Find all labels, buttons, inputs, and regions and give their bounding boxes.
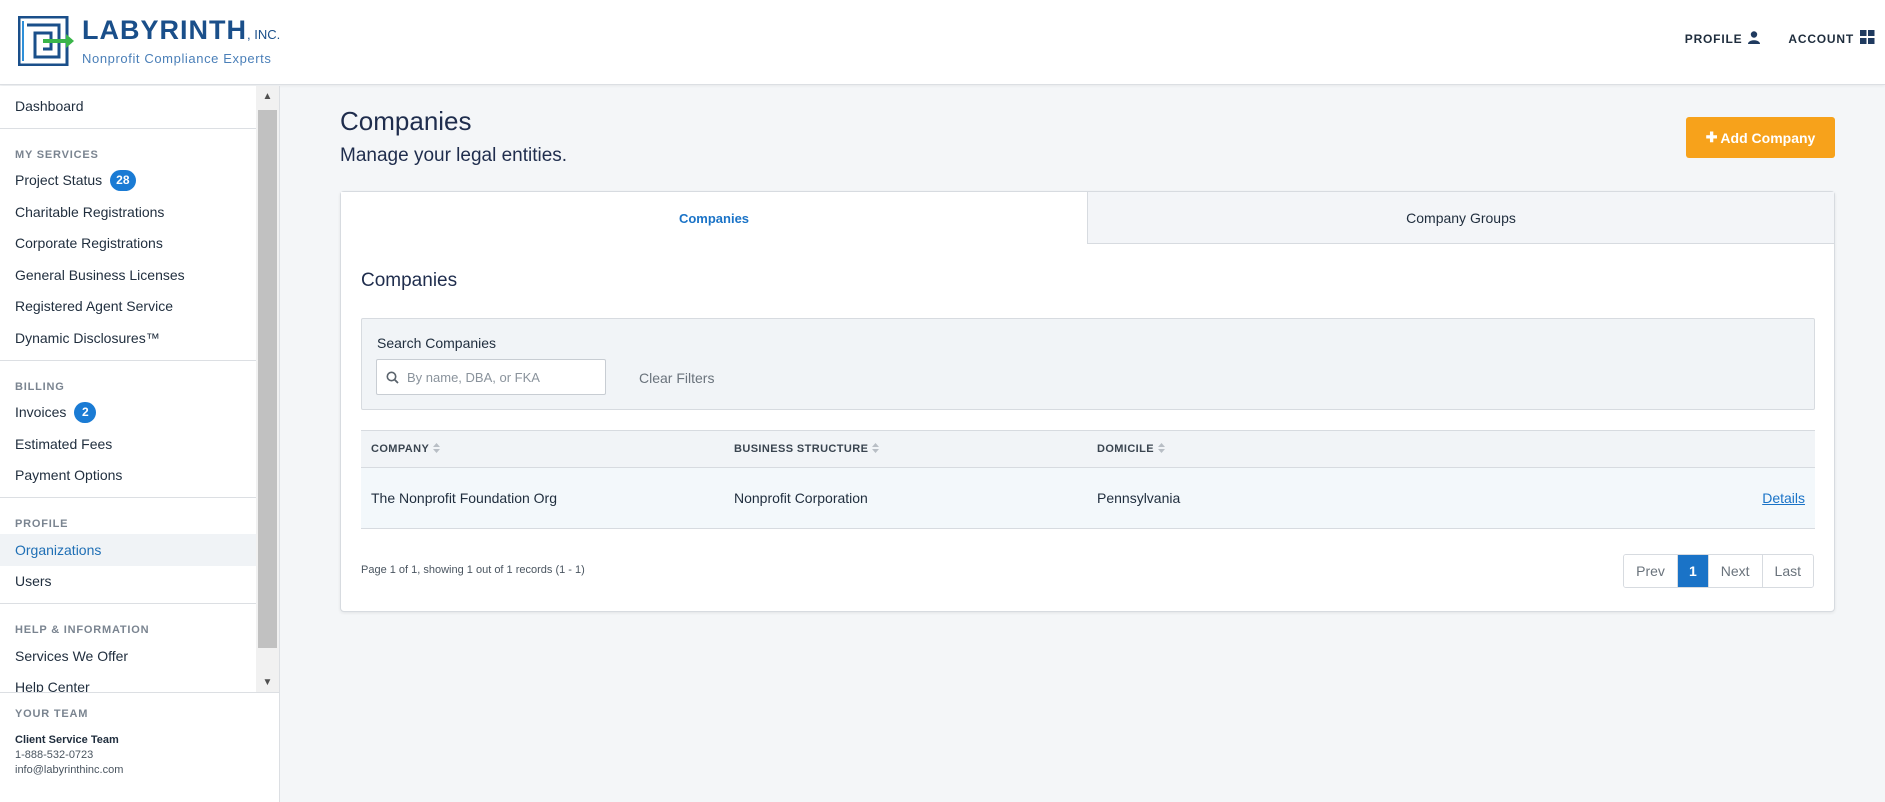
your-team-panel: YOUR TEAM Client Service Team 1-888-532-… [0,692,279,802]
page-1-button[interactable]: 1 [1676,555,1708,587]
tab-company-groups[interactable]: Company Groups [1087,192,1834,244]
prev-page-button[interactable]: Prev [1624,555,1677,587]
scroll-down-arrow-icon[interactable]: ▼ [256,672,279,692]
sidebar-item-label: Services We Offer [15,647,129,664]
profile-link[interactable]: PROFILE [1685,30,1761,47]
column-header-domicile[interactable]: DOMICILE [1097,442,1165,456]
sidebar-item-label: Organizations [15,541,102,558]
sidebar-item-label: Corporate Registrations [15,235,163,252]
clear-filters-button[interactable]: Clear Filters [639,370,714,386]
column-header-label: BUSINESS STRUCTURE [734,443,869,455]
filter-box: Search Companies Clear Filters [361,318,1815,410]
section-profile: PROFILE [15,518,69,530]
team-title: YOUR TEAM [15,708,89,720]
tab-companies[interactable]: Companies [341,192,1087,244]
next-page-button[interactable]: Next [1707,555,1762,587]
search-field-wrapper[interactable] [376,359,606,395]
sort-icon [1157,442,1165,456]
sidebar-item-label: Invoices [15,404,67,421]
section-billing: BILLING [15,380,65,393]
team-name: Client Service Team [15,734,119,746]
details-link[interactable]: Details [1762,490,1805,506]
sidebar-item-dashboard[interactable]: Dashboard [0,90,256,122]
profile-label: PROFILE [1684,31,1743,46]
sidebar-item-label: General Business Licenses [15,266,185,283]
scroll-up-arrow-icon[interactable]: ▲ [256,86,279,106]
sidebar-item-label: Estimated Fees [15,435,113,452]
plus-icon: ✚ [1705,129,1718,145]
pagination: Prev 1 Next Last [1623,554,1814,588]
section-my-services: MY SERVICES [15,148,99,161]
table-header: COMPANY BUSINESS STRUCTURE DOMICILE [361,430,1815,468]
sidebar-item-registered-agent-service[interactable]: Registered Agent Service [0,291,256,323]
sidebar-item-project-status[interactable]: Project Status 28 [0,165,256,197]
sidebar-item-help-center[interactable]: Help Center [0,672,256,692]
sidebar-item-dynamic-disclosures[interactable]: Dynamic Disclosures™ [0,322,256,354]
sidebar-nav: Dashboard MY SERVICES Project Status 28 … [0,86,256,692]
sidebar-item-label: Users [15,573,52,590]
sidebar-item-general-business-licenses[interactable]: General Business Licenses [0,259,256,291]
add-company-label: Add Company [1720,129,1816,146]
column-header-label: DOMICILE [1097,443,1154,455]
team-phone: 1-888-532-0723 [15,749,94,761]
labyrinth-logo[interactable]: LABYRINTH, INC. Nonprofit Compliance Exp… [17,15,281,67]
page-title: Companies [340,106,472,136]
labyrinth-maze-icon [17,15,74,67]
table-row[interactable]: The Nonprofit Foundation Org Nonprofit C… [361,468,1815,529]
sidebar-item-organizations[interactable]: Organizations [0,534,256,566]
sidebar-item-label: Help Center [15,679,90,692]
search-icon [377,371,407,384]
sidebar-item-label: Dynamic Disclosures™ [15,329,160,346]
companies-table: COMPANY BUSINESS STRUCTURE DOMICILE The … [361,430,1815,529]
logo-name: LABYRINTH, INC. [82,15,281,45]
sidebar-item-charitable-registrations[interactable]: Charitable Registrations [0,196,256,228]
user-icon [1748,30,1761,47]
page-subtitle: Manage your legal entities. [340,145,568,166]
tab-bar: Companies Company Groups [341,192,1834,244]
sidebar-item-label: Payment Options [15,467,123,484]
account-link[interactable]: ACCOUNT [1788,30,1875,47]
cell-business-structure: Nonprofit Corporation [734,490,868,506]
scrollbar-thumb[interactable] [258,110,277,648]
sidebar-item-services-we-offer[interactable]: Services We Offer [0,640,256,672]
sort-icon [872,442,880,456]
search-input[interactable] [407,369,597,385]
cell-domicile: Pennsylvania [1097,490,1181,506]
search-companies-label: Search Companies [377,335,497,351]
project-status-count-badge: 28 [110,169,136,191]
cell-company: The Nonprofit Foundation Org [371,490,557,506]
sidebar: Dashboard MY SERVICES Project Status 28 … [0,86,280,802]
sidebar-scrollbar[interactable]: ▲ ▼ [256,86,279,692]
column-header-business-structure[interactable]: BUSINESS STRUCTURE [734,442,880,456]
sidebar-item-estimated-fees[interactable]: Estimated Fees [0,428,256,460]
column-header-label: COMPANY [371,443,430,455]
pagination-info: Page 1 of 1, showing 1 out of 1 records … [361,564,585,576]
sort-icon [433,442,441,456]
sidebar-item-invoices[interactable]: Invoices 2 [0,397,256,429]
companies-panel: Companies Company Groups Companies Searc… [340,191,1835,612]
grid-icon [1860,30,1875,47]
last-page-button[interactable]: Last [1761,555,1813,587]
sidebar-item-payment-options[interactable]: Payment Options [0,460,256,492]
sidebar-item-label: Registered Agent Service [15,298,173,315]
account-label: ACCOUNT [1788,31,1854,46]
team-email: info@labyrinthinc.com [15,764,124,776]
section-help: HELP & INFORMATION [15,624,150,636]
add-company-button[interactable]: ✚ Add Company [1686,117,1835,158]
section-title: Companies [361,270,458,291]
column-header-company[interactable]: COMPANY [371,442,441,456]
top-header: LABYRINTH, INC. Nonprofit Compliance Exp… [0,0,1885,85]
sidebar-item-users[interactable]: Users [0,566,256,598]
sidebar-item-corporate-registrations[interactable]: Corporate Registrations [0,228,256,260]
sidebar-item-label: Charitable Registrations [15,203,165,220]
sidebar-item-label: Dashboard [15,97,84,114]
sidebar-item-label: Project Status [15,172,103,189]
invoices-count-badge: 2 [74,401,97,423]
logo-tagline: Nonprofit Compliance Experts [82,51,272,66]
